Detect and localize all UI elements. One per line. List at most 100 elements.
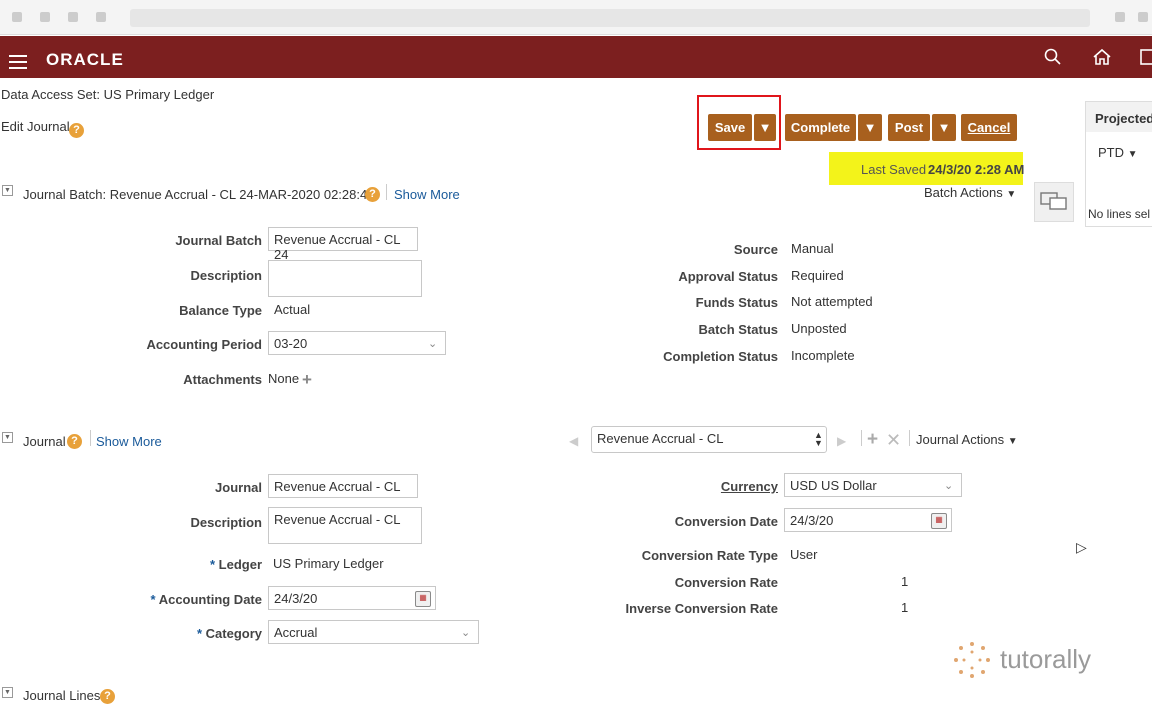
tutorally-logo-icon bbox=[952, 640, 992, 683]
accounting-period-label: Accounting Period bbox=[146, 337, 262, 352]
batch-status-value: Unposted bbox=[791, 321, 847, 336]
collapse-batch-icon[interactable]: ▼ bbox=[2, 185, 13, 196]
expand-panel-icon[interactable]: ▷ bbox=[1076, 539, 1087, 556]
journal-label: Journal bbox=[215, 480, 262, 495]
currency-select[interactable]: USD US Dollar bbox=[784, 473, 962, 497]
search-icon[interactable] bbox=[1044, 48, 1062, 71]
browser-menu-icon[interactable] bbox=[1138, 12, 1148, 22]
comments-icon[interactable] bbox=[1034, 182, 1074, 222]
batch-help-icon[interactable]: ? bbox=[365, 187, 380, 202]
batch-actions-menu[interactable]: Batch Actions ▼ bbox=[924, 185, 1016, 200]
address-bar[interactable] bbox=[130, 9, 1090, 27]
next-journal-icon[interactable]: ▶ bbox=[837, 434, 846, 448]
journal-batch-input[interactable]: Revenue Accrual - CL 24 bbox=[268, 227, 418, 262]
chevron-down-icon[interactable]: ⌄ bbox=[428, 337, 437, 350]
journal-help-icon[interactable]: ? bbox=[67, 434, 82, 449]
source-value: Manual bbox=[791, 241, 834, 256]
balance-type-value: Actual bbox=[274, 302, 311, 317]
save-dropdown-button[interactable]: ▼ bbox=[754, 114, 776, 141]
accounting-date-label: * Accounting Date bbox=[150, 592, 263, 607]
currency-label[interactable]: Currency bbox=[600, 479, 778, 494]
journal-header: Journal bbox=[23, 434, 66, 449]
oracle-logo: ORACLE bbox=[46, 50, 124, 69]
attachments-label: Attachments bbox=[183, 372, 262, 387]
divider bbox=[386, 184, 387, 200]
divider bbox=[90, 430, 91, 446]
journal-lines-help-icon[interactable]: ? bbox=[100, 689, 115, 704]
complete-dropdown-button[interactable]: ▼ bbox=[858, 114, 882, 141]
conversion-rate-type-label: Conversion Rate Type bbox=[641, 548, 778, 563]
add-journal-icon[interactable]: + bbox=[867, 429, 878, 451]
back-icon[interactable] bbox=[12, 12, 22, 22]
batch-description-label: Description bbox=[190, 268, 262, 283]
attachments-value: None bbox=[268, 371, 300, 386]
conversion-rate-type-value: User bbox=[790, 547, 818, 562]
post-dropdown-button[interactable]: ▼ bbox=[932, 114, 956, 141]
journal-actions-menu[interactable]: Journal Actions ▼ bbox=[916, 432, 1018, 447]
collapse-lines-icon[interactable]: ▼ bbox=[2, 687, 13, 698]
navigator-icon[interactable] bbox=[1140, 48, 1152, 71]
ptd-selector[interactable]: PTD ▼ bbox=[1098, 145, 1138, 160]
conversion-date-label: Conversion Date bbox=[674, 514, 778, 529]
batch-status-label: Batch Status bbox=[698, 322, 778, 337]
journal-description-input[interactable]: Revenue Accrual - CL bbox=[268, 507, 422, 544]
completion-status-label: Completion Status bbox=[663, 349, 778, 364]
home-nav-icon[interactable] bbox=[1092, 48, 1112, 71]
home-icon[interactable] bbox=[96, 12, 106, 22]
calendar-icon[interactable]: ▦ bbox=[415, 591, 431, 607]
chevron-down-icon[interactable]: ⌄ bbox=[944, 479, 953, 492]
source-label: Source bbox=[733, 242, 778, 257]
complete-button[interactable]: Complete bbox=[785, 114, 856, 141]
journal-batch-label: Journal Batch bbox=[175, 233, 262, 248]
ledger-label: * Ledger bbox=[209, 557, 262, 572]
funds-status-value: Not attempted bbox=[791, 294, 873, 309]
forward-icon[interactable] bbox=[40, 12, 50, 22]
chevron-down-icon[interactable]: ⌄ bbox=[461, 626, 470, 639]
reload-icon[interactable] bbox=[68, 12, 78, 22]
spinner-icon[interactable]: ▲ ▼ bbox=[814, 431, 823, 448]
funds-status-label: Funds Status bbox=[695, 295, 778, 310]
watermark-text: tutorally bbox=[1000, 644, 1092, 674]
conversion-rate-label: Conversion Rate bbox=[674, 575, 778, 590]
approval-status-value: Required bbox=[791, 268, 844, 283]
save-button[interactable]: Save bbox=[708, 114, 752, 141]
completion-status-value: Incomplete bbox=[791, 348, 855, 363]
inverse-conversion-rate-label: Inverse Conversion Rate bbox=[625, 601, 778, 616]
conversion-rate-value: 1 bbox=[901, 574, 909, 589]
inverse-conversion-rate-value: 1 bbox=[901, 600, 909, 615]
page-title: Edit Journal bbox=[1, 119, 70, 134]
delete-journal-icon[interactable]: ✕ bbox=[886, 430, 901, 451]
approval-status-label: Approval Status bbox=[678, 269, 778, 284]
conversion-date-input[interactable]: 24/3/20 bbox=[784, 508, 952, 532]
balance-type-label: Balance Type bbox=[179, 303, 262, 318]
ledger-value: US Primary Ledger bbox=[273, 556, 384, 571]
last-saved-value: 24/3/20 2:28 AM bbox=[928, 162, 1025, 177]
extension-icon[interactable] bbox=[1115, 12, 1125, 22]
journal-show-more-link[interactable]: Show More bbox=[96, 434, 162, 449]
accounting-period-select[interactable]: 03-20 bbox=[268, 331, 446, 355]
divider bbox=[861, 430, 862, 446]
journal-lines-header: Journal Lines bbox=[23, 688, 101, 703]
journal-selector[interactable]: Revenue Accrual - CL bbox=[591, 426, 827, 453]
hamburger-menu-icon[interactable] bbox=[9, 55, 27, 69]
help-icon[interactable]: ? bbox=[69, 123, 84, 138]
calendar-icon[interactable]: ▦ bbox=[931, 513, 947, 529]
batch-show-more-link[interactable]: Show More bbox=[394, 187, 460, 202]
cancel-button[interactable]: Cancel bbox=[961, 114, 1017, 141]
app-header bbox=[0, 36, 1152, 78]
panel-title: Projected bbox=[1095, 111, 1152, 126]
category-label: * Category bbox=[196, 626, 262, 641]
accounting-date-input[interactable]: 24/3/20 bbox=[268, 586, 436, 610]
batch-description-input[interactable] bbox=[268, 260, 422, 297]
previous-journal-icon[interactable]: ◀ bbox=[569, 434, 578, 448]
journal-input[interactable]: Revenue Accrual - CL bbox=[268, 474, 418, 498]
category-select[interactable]: Accrual bbox=[268, 620, 479, 644]
journal-description-label: Description bbox=[190, 515, 262, 530]
post-button[interactable]: Post bbox=[888, 114, 930, 141]
batch-header: Journal Batch: Revenue Accrual - CL 24-M… bbox=[23, 187, 375, 202]
last-saved-label: Last Saved bbox=[861, 162, 927, 177]
divider bbox=[909, 430, 910, 446]
no-lines-text: No lines sel bbox=[1088, 207, 1151, 221]
add-attachment-icon[interactable]: + bbox=[302, 370, 312, 390]
collapse-journal-icon[interactable]: ▼ bbox=[2, 432, 13, 443]
